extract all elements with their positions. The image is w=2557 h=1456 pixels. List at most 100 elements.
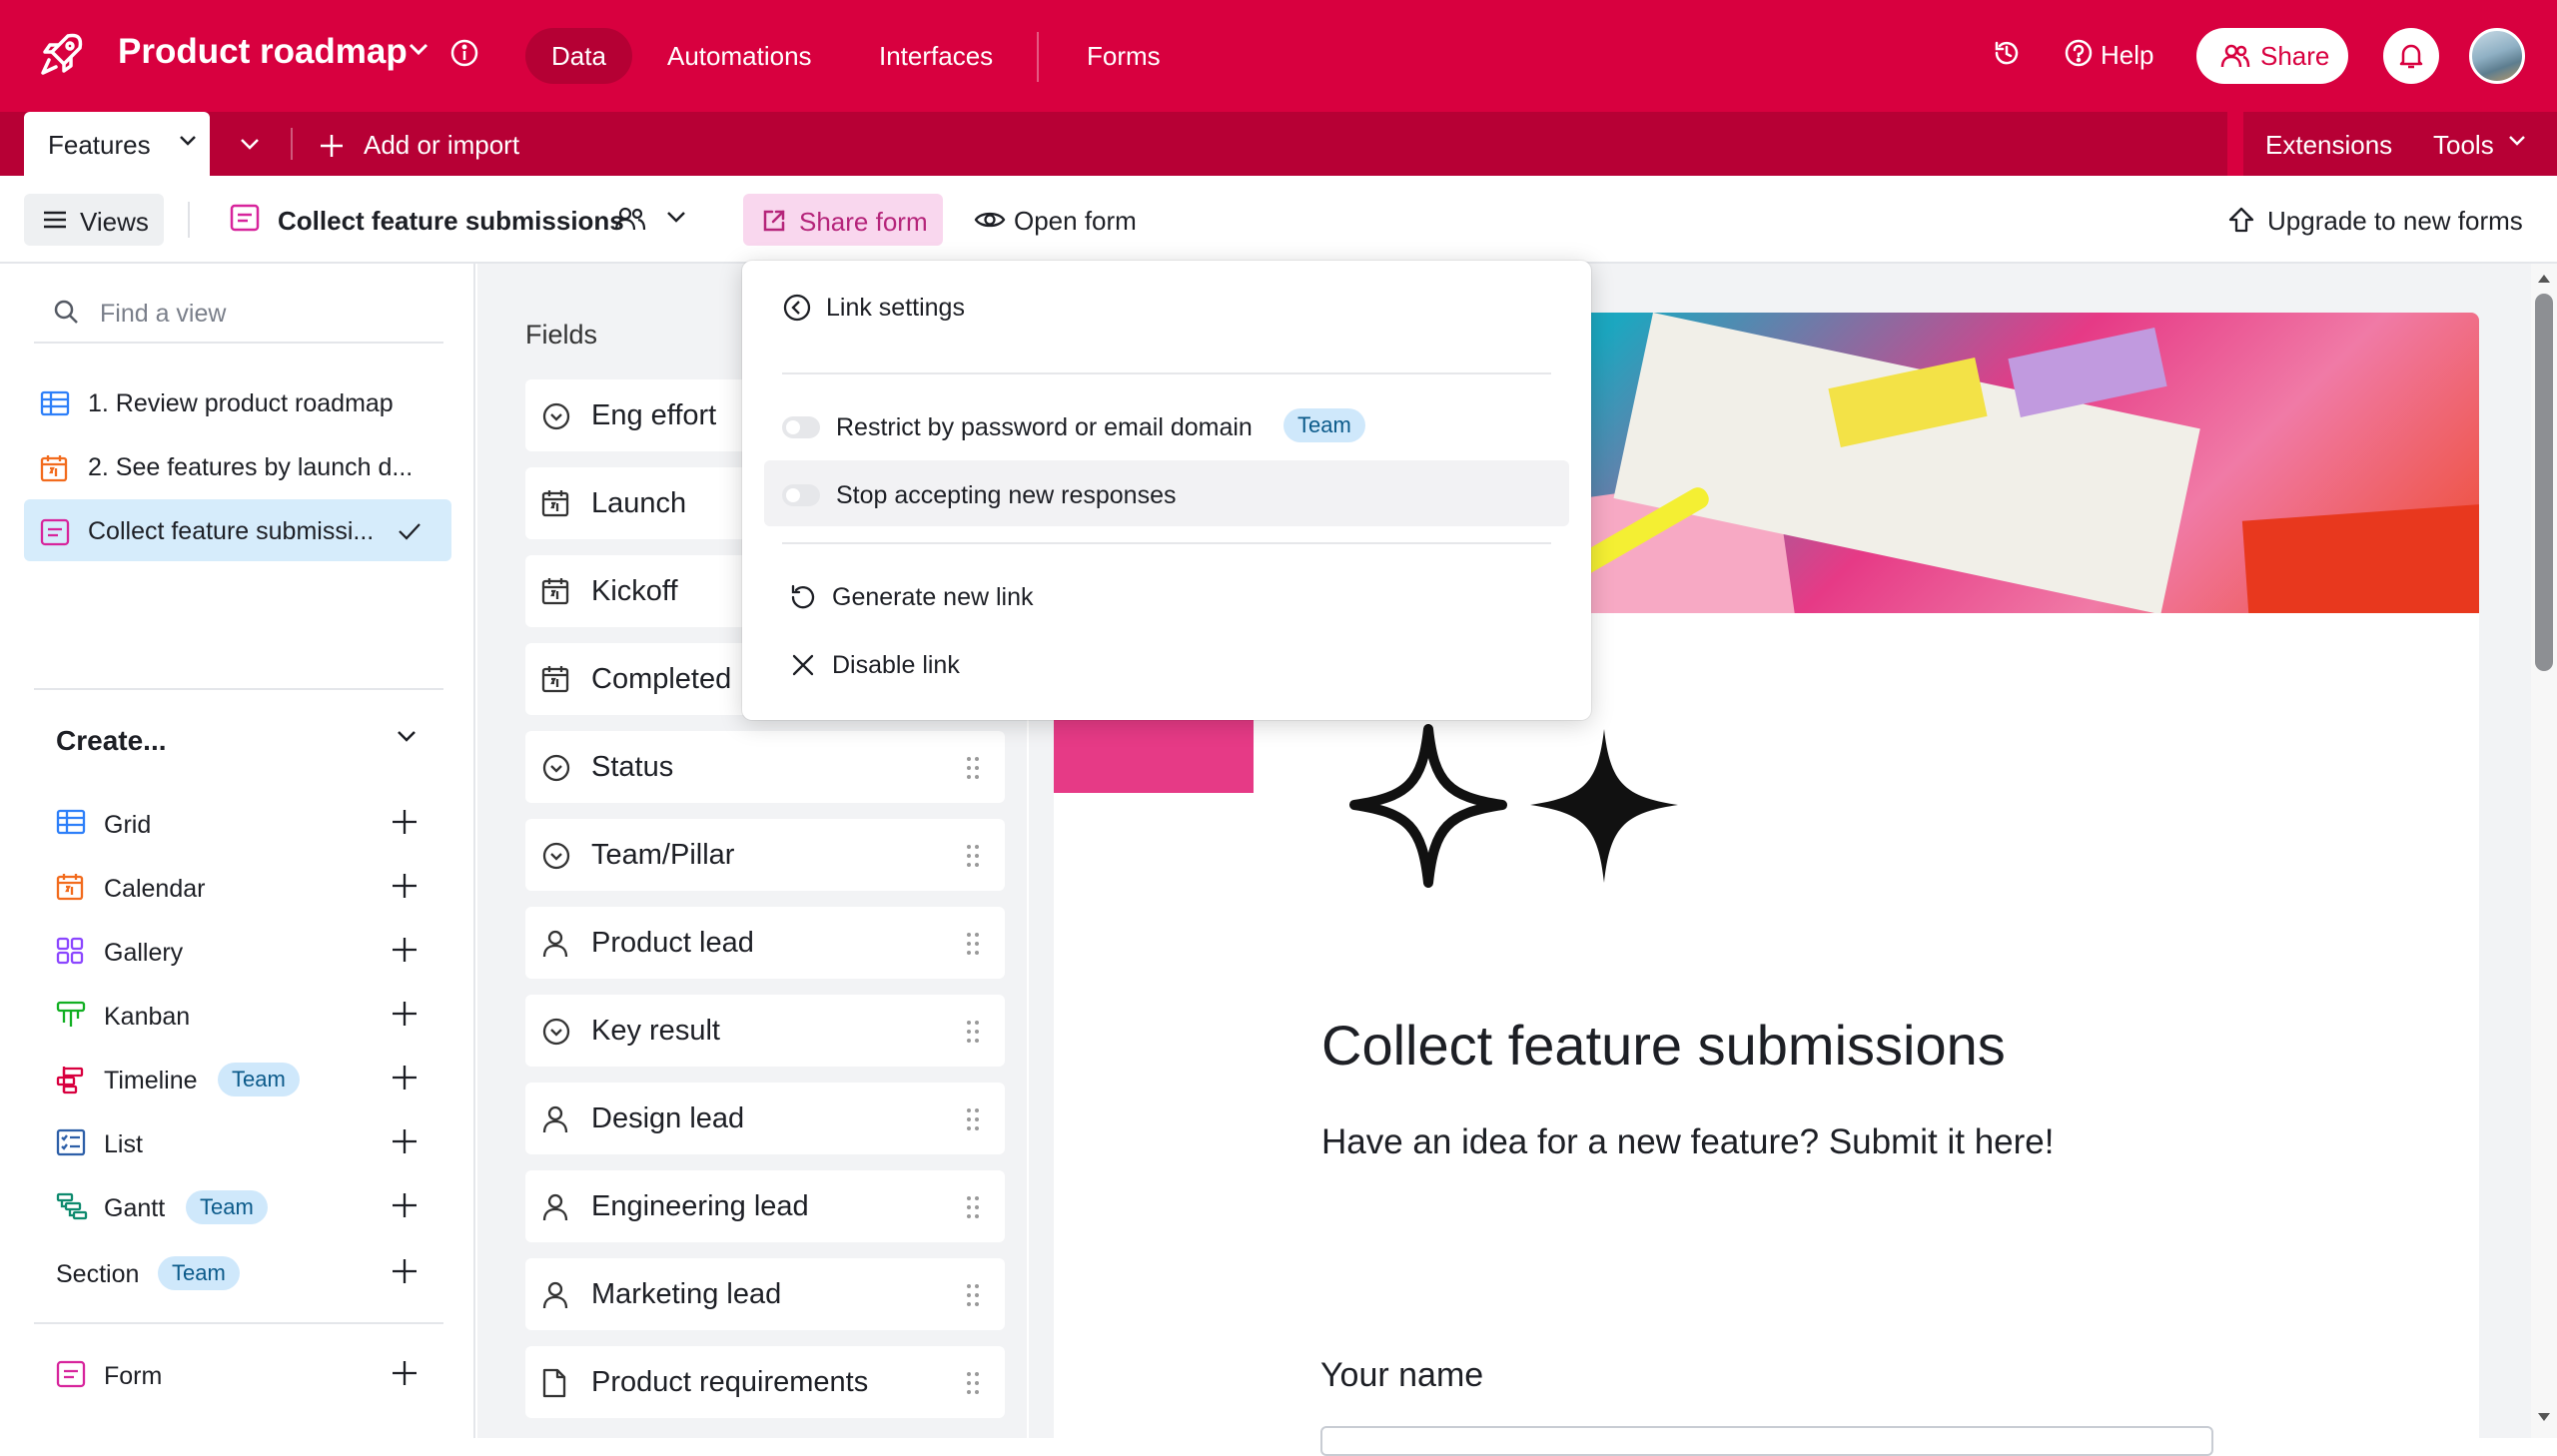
share-form-button[interactable]: Share form	[743, 194, 943, 246]
nav-automations[interactable]: Automations	[641, 28, 838, 84]
form-title[interactable]: Collect feature submissions	[1321, 1013, 2006, 1078]
help-icon[interactable]	[2064, 38, 2094, 68]
sidebar-view-collect-submissions[interactable]: Collect feature submissi...	[24, 499, 451, 561]
single-select-icon	[541, 841, 571, 871]
scrollbar-thumb[interactable]	[2535, 294, 2553, 671]
create-view-header[interactable]: Create...	[56, 725, 167, 757]
sidebar-view-label: Collect feature submissi...	[88, 517, 375, 545]
form-description[interactable]: Have an idea for a new feature? Submit i…	[1321, 1122, 2054, 1162]
calendar-icon	[541, 489, 569, 517]
field-label: Launch	[591, 487, 687, 519]
field-card[interactable]: Status	[525, 731, 1005, 803]
create-grid[interactable]: Grid	[56, 801, 426, 845]
gantt-icon	[56, 1192, 88, 1220]
stop-responses-option[interactable]: Stop accepting new responses	[764, 460, 1569, 526]
create-item-label: Section	[56, 1260, 140, 1288]
sparkles-logo-icon[interactable]	[1348, 723, 1688, 893]
create-calendar[interactable]: Calendar	[56, 865, 426, 909]
rocket-logo-icon[interactable]	[38, 30, 86, 78]
sidebar-view-label: 1. Review product roadmap	[88, 389, 394, 417]
create-gallery[interactable]: Gallery	[56, 929, 426, 973]
fields-title: Fields	[525, 320, 598, 350]
views-toggle-button[interactable]: Views	[24, 194, 164, 246]
help-link[interactable]: Help	[2101, 40, 2153, 71]
external-link-icon	[763, 210, 785, 232]
restrict-access-option[interactable]: Restrict by password or email domain Tea…	[764, 392, 1569, 458]
find-view-search[interactable]	[34, 294, 443, 344]
create-gantt[interactable]: Gantt Team	[56, 1184, 426, 1228]
field-card[interactable]: Marketing lead	[525, 1258, 1005, 1330]
field-card[interactable]: Engineering lead	[525, 1170, 1005, 1242]
disable-link-label: Disable link	[832, 651, 960, 679]
drag-handle-icon[interactable]	[965, 843, 981, 869]
sidebar-view-features-by-launch[interactable]: 2. See features by launch d...	[24, 435, 451, 497]
eye-icon	[974, 212, 1006, 228]
restrict-toggle[interactable]	[782, 416, 820, 438]
disable-link-option[interactable]: Disable link	[764, 630, 1569, 696]
info-icon[interactable]	[449, 38, 479, 68]
extensions-button[interactable]: Extensions	[2265, 130, 2392, 161]
nav-divider	[1037, 32, 1039, 82]
generate-new-link-option[interactable]: Generate new link	[764, 562, 1569, 628]
plus-icon	[393, 1066, 417, 1090]
notifications-button[interactable]	[2383, 28, 2439, 84]
preview-scrollbar[interactable]	[2531, 264, 2557, 1438]
plus-icon	[393, 1361, 417, 1385]
create-collapse-chevron-icon[interactable]	[396, 729, 418, 745]
create-form[interactable]: Form	[56, 1352, 426, 1396]
drag-handle-icon[interactable]	[965, 1282, 981, 1308]
tools-button[interactable]: Tools	[2433, 130, 2494, 161]
nav-data[interactable]: Data	[525, 28, 632, 84]
field-card[interactable]: Product requirements	[525, 1346, 1005, 1418]
tab-features-label: Features	[48, 130, 151, 160]
share-form-popover: Link settings Restrict by password or em…	[742, 261, 1591, 720]
nav-forms[interactable]: Forms	[1061, 28, 1187, 84]
user-avatar[interactable]	[2469, 28, 2525, 84]
single-select-icon	[541, 753, 571, 783]
create-list[interactable]: List	[56, 1120, 426, 1164]
base-menu-chevron-icon[interactable]	[408, 42, 429, 56]
drag-handle-icon[interactable]	[965, 1019, 981, 1045]
team-badge: Team	[186, 1190, 268, 1224]
view-menu-chevron-icon[interactable]	[665, 210, 687, 226]
scroll-down-arrow-icon	[2538, 1413, 2550, 1421]
create-timeline[interactable]: Timeline Team	[56, 1057, 426, 1100]
history-icon[interactable]	[1992, 38, 2022, 68]
tab-features[interactable]: Features	[24, 112, 210, 176]
form-icon	[40, 518, 70, 546]
create-section[interactable]: Section Team	[56, 1250, 426, 1294]
nav-interfaces[interactable]: Interfaces	[853, 28, 1019, 84]
stop-responses-toggle[interactable]	[782, 484, 820, 506]
field-card[interactable]: Team/Pillar	[525, 819, 1005, 891]
plus-icon	[393, 810, 417, 834]
people-icon	[2220, 43, 2250, 69]
all-tables-chevron-icon[interactable]	[238, 132, 262, 156]
kanban-icon	[56, 1001, 86, 1027]
field-label: Product requirements	[591, 1366, 869, 1398]
sidebar-view-review-roadmap[interactable]: 1. Review product roadmap	[24, 371, 451, 433]
field-card[interactable]: Product lead	[525, 907, 1005, 979]
create-item-label: Timeline	[104, 1067, 198, 1094]
close-icon	[792, 654, 814, 676]
drag-handle-icon[interactable]	[965, 1194, 981, 1220]
drag-handle-icon[interactable]	[965, 1370, 981, 1396]
plus-icon	[393, 1259, 417, 1283]
arrow-up-icon	[2228, 207, 2254, 233]
base-title[interactable]: Product roadmap	[118, 32, 408, 72]
share-button[interactable]: Share	[2196, 28, 2348, 84]
find-view-input[interactable]	[98, 294, 427, 334]
create-kanban[interactable]: Kanban	[56, 993, 426, 1037]
chevron-down-icon	[180, 136, 196, 146]
tools-chevron-icon[interactable]	[2507, 134, 2527, 148]
field-card[interactable]: Design lead	[525, 1083, 1005, 1154]
form-field-input-your-name[interactable]	[1320, 1426, 2213, 1456]
link-settings-back[interactable]: Link settings	[764, 273, 1569, 339]
drag-handle-icon[interactable]	[965, 931, 981, 957]
current-view-name[interactable]: Collect feature submissions	[278, 206, 624, 237]
drag-handle-icon[interactable]	[965, 1106, 981, 1132]
list-icon	[56, 1128, 86, 1156]
field-label: Marketing lead	[591, 1278, 782, 1310]
field-card[interactable]: Key result	[525, 995, 1005, 1067]
form-field-label-your-name[interactable]: Your name	[1320, 1356, 1483, 1395]
drag-handle-icon[interactable]	[965, 755, 981, 781]
